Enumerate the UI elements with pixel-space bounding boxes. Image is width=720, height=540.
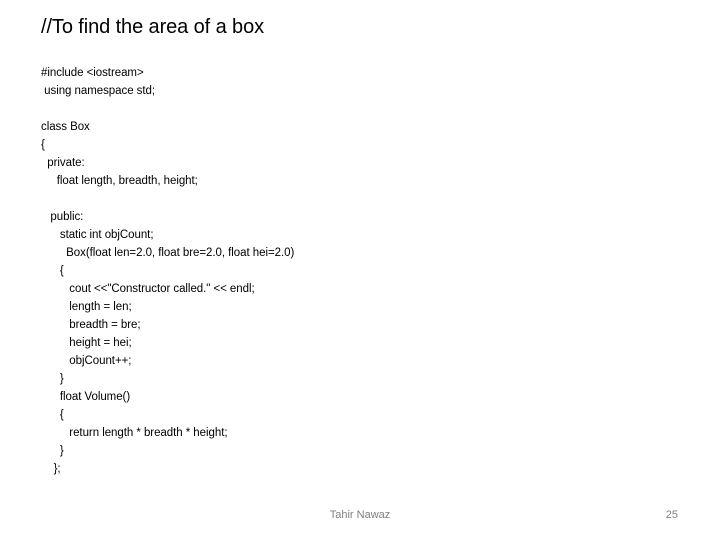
code-line: using namespace std; (41, 85, 156, 97)
footer-page-number: 25 (665, 509, 678, 521)
code-block-includes: #include <iostream> using namespace std; (41, 64, 155, 100)
code-line: Box(float len=2.0, float bre=2.0, float … (41, 247, 295, 259)
code-line: objCount++; (41, 355, 132, 367)
slide: //To find the area of a box #include <io… (0, 0, 720, 540)
code-line: length = len; (41, 301, 132, 313)
code-line: private: (41, 157, 85, 169)
code-line: #include <iostream> (41, 67, 144, 79)
code-line: { (41, 265, 64, 277)
code-line: } (41, 373, 64, 385)
code-line: public: (41, 211, 84, 223)
code-line: { (41, 139, 45, 151)
code-line: { (41, 409, 64, 421)
code-line: cout <<"Constructor called." << endl; (41, 283, 255, 295)
code-line: } (41, 445, 64, 457)
code-block-class-box: class Box { private: float length, breadt… (41, 118, 294, 478)
footer-author: Tahir Nawaz (329, 509, 391, 521)
code-line: }; (41, 463, 61, 475)
code-line: float Volume() (41, 391, 131, 403)
page-title: //To find the area of a box (41, 16, 265, 38)
code-line: return length * breadth * height; (41, 427, 228, 439)
code-line: float length, breadth, height; (41, 175, 198, 187)
code-line: static int objCount; (41, 229, 154, 241)
code-line: height = hei; (41, 337, 132, 349)
code-line: breadth = bre; (41, 319, 141, 331)
code-line: class Box (41, 121, 90, 133)
